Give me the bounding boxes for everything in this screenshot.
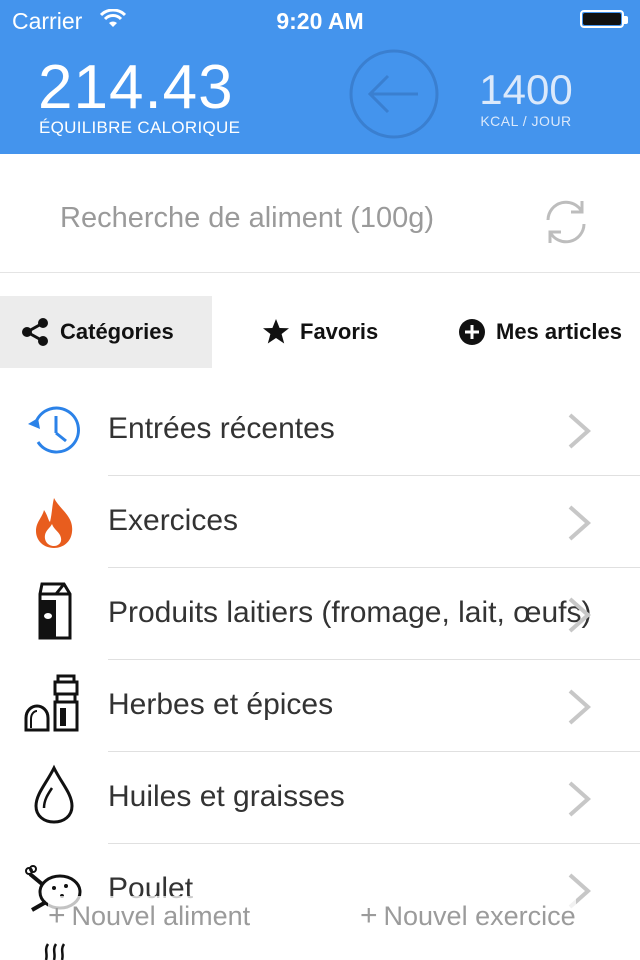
chevron-right-icon — [566, 596, 594, 634]
calorie-balance-label: ÉQUILIBRE CALORIQUE — [39, 118, 241, 137]
new-exercise-button[interactable]: + Nouvel exercice — [360, 896, 576, 936]
tab-label: Favoris — [300, 319, 379, 344]
list-item[interactable]: Produits laitiers (fromage, lait, œufs) — [0, 568, 640, 660]
bacon-icon — [26, 942, 82, 960]
battery-icon — [580, 10, 630, 30]
daily-goal-unit: KCAL / JOUR — [480, 113, 572, 129]
category-label: Huiles et graisses — [108, 780, 345, 813]
tab-categories[interactable]: Catégories — [0, 296, 212, 368]
tab-my-items[interactable]: Mes articles — [458, 296, 622, 368]
share-icon — [20, 317, 50, 347]
daily-goal-value: 1400 — [479, 66, 573, 113]
tab-label: Catégories — [60, 319, 174, 344]
clock-history-icon — [26, 402, 82, 458]
milk-carton-icon — [26, 582, 82, 642]
plus-icon: + — [360, 899, 378, 932]
list-item[interactable] — [0, 936, 640, 960]
pepper-grinder-icon — [24, 674, 82, 734]
refresh-icon[interactable] — [540, 196, 592, 248]
status-bar: Carrier 9:20 AM — [0, 0, 640, 40]
plus-icon: + — [48, 899, 66, 932]
category-label: Herbes et épices — [108, 688, 334, 721]
new-exercise-label: Nouvel exercice — [383, 900, 576, 931]
category-tabs: Catégories Favoris Mes articles — [0, 296, 640, 368]
flame-icon — [26, 494, 82, 550]
new-food-label: Nouvel aliment — [71, 900, 251, 931]
category-label: Exercices — [108, 504, 239, 537]
category-label: Entrées récentes — [108, 412, 335, 445]
tab-favorites[interactable]: Favoris — [262, 296, 378, 368]
category-label: Produits laitiers (fromage, lait, œufs) — [108, 596, 592, 629]
tab-label: Mes articles — [496, 319, 622, 344]
new-food-button[interactable]: + Nouvel aliment — [48, 896, 251, 936]
star-icon — [262, 318, 290, 346]
calorie-balance-value: 214.43 — [38, 53, 234, 122]
chevron-right-icon — [566, 504, 594, 542]
chevron-right-icon — [566, 688, 594, 726]
search-bar — [0, 154, 640, 273]
chevron-right-icon — [566, 412, 594, 450]
plus-circle-icon — [458, 318, 486, 346]
list-item[interactable]: Huiles et graisses — [0, 752, 640, 844]
list-item[interactable]: Entrées récentes — [0, 384, 640, 476]
list-item[interactable]: Herbes et épices — [0, 660, 640, 752]
food-search-input[interactable] — [60, 198, 500, 238]
chevron-right-icon — [566, 780, 594, 818]
clock: 9:20 AM — [276, 8, 364, 34]
oil-drop-icon — [26, 764, 82, 826]
list-item[interactable]: Exercices — [0, 476, 640, 568]
header: Carrier 9:20 AM 214.43 ÉQUILIBRE CALORIQ… — [0, 0, 640, 154]
back-arrow-icon[interactable] — [348, 48, 440, 140]
